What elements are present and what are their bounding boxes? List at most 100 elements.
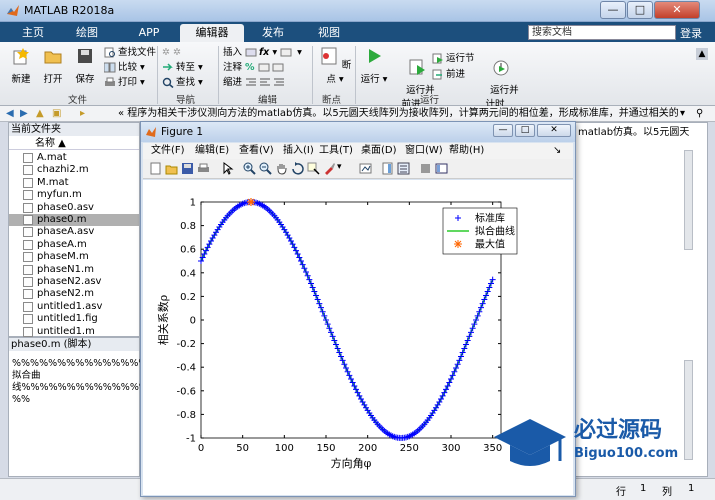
editor-scrollbar[interactable] <box>684 150 693 250</box>
current-path[interactable]: « 程序为相关干涉仪测向方法的matlab仿真。以5元圆天线阵列为接收阵列，计算… <box>118 106 678 121</box>
zoom-out-icon[interactable] <box>259 162 272 175</box>
file-item[interactable]: phaseN1.m <box>9 264 139 276</box>
insert-extra-icon[interactable] <box>280 47 292 58</box>
tab-view[interactable]: 视图 <box>304 24 354 42</box>
file-icon <box>23 326 33 337</box>
legend-icon[interactable] <box>397 162 410 175</box>
pan-icon[interactable] <box>275 162 288 175</box>
colorbar-icon[interactable] <box>381 162 394 175</box>
window-title: MATLAB R2018a <box>24 4 115 17</box>
open-button[interactable]: 打开 <box>38 46 68 85</box>
tab-home[interactable]: 主页 <box>8 24 58 42</box>
forward-icon[interactable]: ▶ <box>20 106 28 121</box>
menu-file[interactable]: 文件(F) <box>151 143 185 159</box>
file-name: phaseN2.m <box>37 288 94 300</box>
brush-dropdown-icon[interactable]: ▾ <box>337 162 342 172</box>
group-label-navigate: 导航 <box>176 95 196 106</box>
file-item[interactable]: phaseM.m <box>9 251 139 263</box>
up-folder-icon[interactable]: ▲ <box>36 106 44 121</box>
menu-window[interactable]: 窗口(W) <box>405 143 443 159</box>
run-section-button[interactable]: 运行节 <box>432 52 475 66</box>
figure-title-bar: Figure 1 — □ ✕ <box>141 122 575 142</box>
file-item[interactable]: untitled1.asv <box>9 301 139 313</box>
ribbon-separator <box>218 46 219 104</box>
figure-minimize-button[interactable]: — <box>493 124 513 137</box>
zoom-in-icon[interactable] <box>243 162 256 175</box>
breakpoints-button[interactable]: 断点 ▾ <box>318 46 352 85</box>
save-figure-icon[interactable] <box>181 162 194 175</box>
close-button[interactable]: ✕ <box>654 1 700 19</box>
comment-button[interactable]: 注释 % <box>223 61 286 75</box>
file-item[interactable]: phase0.m <box>9 214 139 226</box>
menu-edit[interactable]: 编辑(E) <box>195 143 229 159</box>
path-search-icon[interactable]: ⚲ <box>696 106 703 121</box>
menu-insert[interactable]: 插入(I) <box>283 143 314 159</box>
menu-desktop[interactable]: 桌面(D) <box>361 143 397 159</box>
pointer-icon[interactable] <box>221 162 234 175</box>
tab-apps[interactable]: APP <box>124 24 174 42</box>
save-button[interactable]: 保存 <box>70 46 100 85</box>
figure-maximize-button[interactable]: □ <box>515 124 535 137</box>
file-item[interactable]: untitled1.fig <box>9 313 139 325</box>
figure-close-button[interactable]: ✕ <box>537 124 571 137</box>
col-value: 1 <box>688 483 695 494</box>
new-figure-icon[interactable] <box>149 162 162 175</box>
goto-button[interactable]: 转至 ▾ <box>162 61 203 75</box>
find-file-button[interactable]: 查找文件 <box>104 46 156 60</box>
insert-button[interactable]: 插入 fx ▾ ▾ <box>223 46 302 60</box>
file-name: phase0.asv <box>37 201 94 213</box>
insert-section-icon <box>245 48 257 57</box>
name-column-header[interactable]: 名称 ▲ <box>9 137 139 150</box>
file-item[interactable]: A.mat <box>9 152 139 164</box>
indent-button[interactable]: 缩进 <box>223 76 287 90</box>
rotate-icon[interactable] <box>291 162 304 175</box>
menu-help[interactable]: 帮助(H) <box>449 143 484 159</box>
file-item[interactable]: phase0.asv <box>9 202 139 214</box>
menu-dock-icon[interactable]: ↘ <box>553 143 561 159</box>
y-tick-label: 0.6 <box>180 245 196 256</box>
login-link[interactable]: 登录 <box>680 25 702 41</box>
run-button[interactable]: 运行 ▾ <box>360 46 388 85</box>
file-item[interactable]: M.mat <box>9 177 139 189</box>
y-tick-label: -1 <box>186 434 196 445</box>
print-button[interactable]: 打印 ▾ <box>104 76 145 90</box>
file-item[interactable]: phaseN2.m <box>9 288 139 300</box>
data-cursor-icon[interactable] <box>307 162 320 175</box>
browse-folder-icon[interactable]: ▣ <box>52 106 61 121</box>
maximize-button[interactable]: □ <box>627 1 653 19</box>
hide-plot-tools-icon[interactable] <box>419 162 432 175</box>
file-item[interactable]: phaseA.asv <box>9 226 139 238</box>
file-item[interactable]: chazhi2.m <box>9 164 139 176</box>
print-figure-icon[interactable] <box>197 162 210 175</box>
minimize-button[interactable]: — <box>600 1 626 19</box>
watermark-brand: 必过源码 <box>574 417 662 443</box>
y-tick-label: -0.6 <box>176 386 196 397</box>
tab-editor[interactable]: 编辑器 <box>180 24 244 42</box>
new-button[interactable]: 新建 <box>6 46 36 85</box>
find-button[interactable]: 查找 ▾ <box>162 76 203 90</box>
max-value-point <box>247 198 255 206</box>
menu-view[interactable]: 查看(V) <box>239 143 274 159</box>
show-plot-tools-icon[interactable] <box>435 162 448 175</box>
fx-icon[interactable]: fx <box>259 47 269 58</box>
back-icon[interactable]: ◀ <box>6 106 14 121</box>
compare-button[interactable]: 比较 ▾ <box>104 61 145 75</box>
brush-icon[interactable] <box>323 162 336 175</box>
group-label-file: 文件 <box>68 95 88 106</box>
tab-publish[interactable]: 发布 <box>248 24 298 42</box>
link-plot-icon[interactable] <box>359 162 372 175</box>
advance-button[interactable]: 前进 <box>432 68 465 82</box>
menu-tools[interactable]: 工具(T) <box>319 143 353 159</box>
legend-entry: 最大值 <box>475 238 505 251</box>
ribbon-collapse-icon[interactable]: ▲ <box>696 48 708 60</box>
search-input[interactable]: 搜索文档 <box>528 25 676 40</box>
path-dropdown-icon[interactable]: ▾ <box>680 106 685 121</box>
file-item[interactable]: phaseA.m <box>9 239 139 251</box>
file-item[interactable]: phaseN2.asv <box>9 276 139 288</box>
file-item[interactable]: myfun.m <box>9 189 139 201</box>
tab-plots[interactable]: 绘图 <box>62 24 112 42</box>
file-icon <box>23 165 33 176</box>
file-item[interactable]: untitled1.m <box>9 326 139 338</box>
file-icon <box>23 190 33 201</box>
open-file-icon[interactable] <box>165 162 178 175</box>
